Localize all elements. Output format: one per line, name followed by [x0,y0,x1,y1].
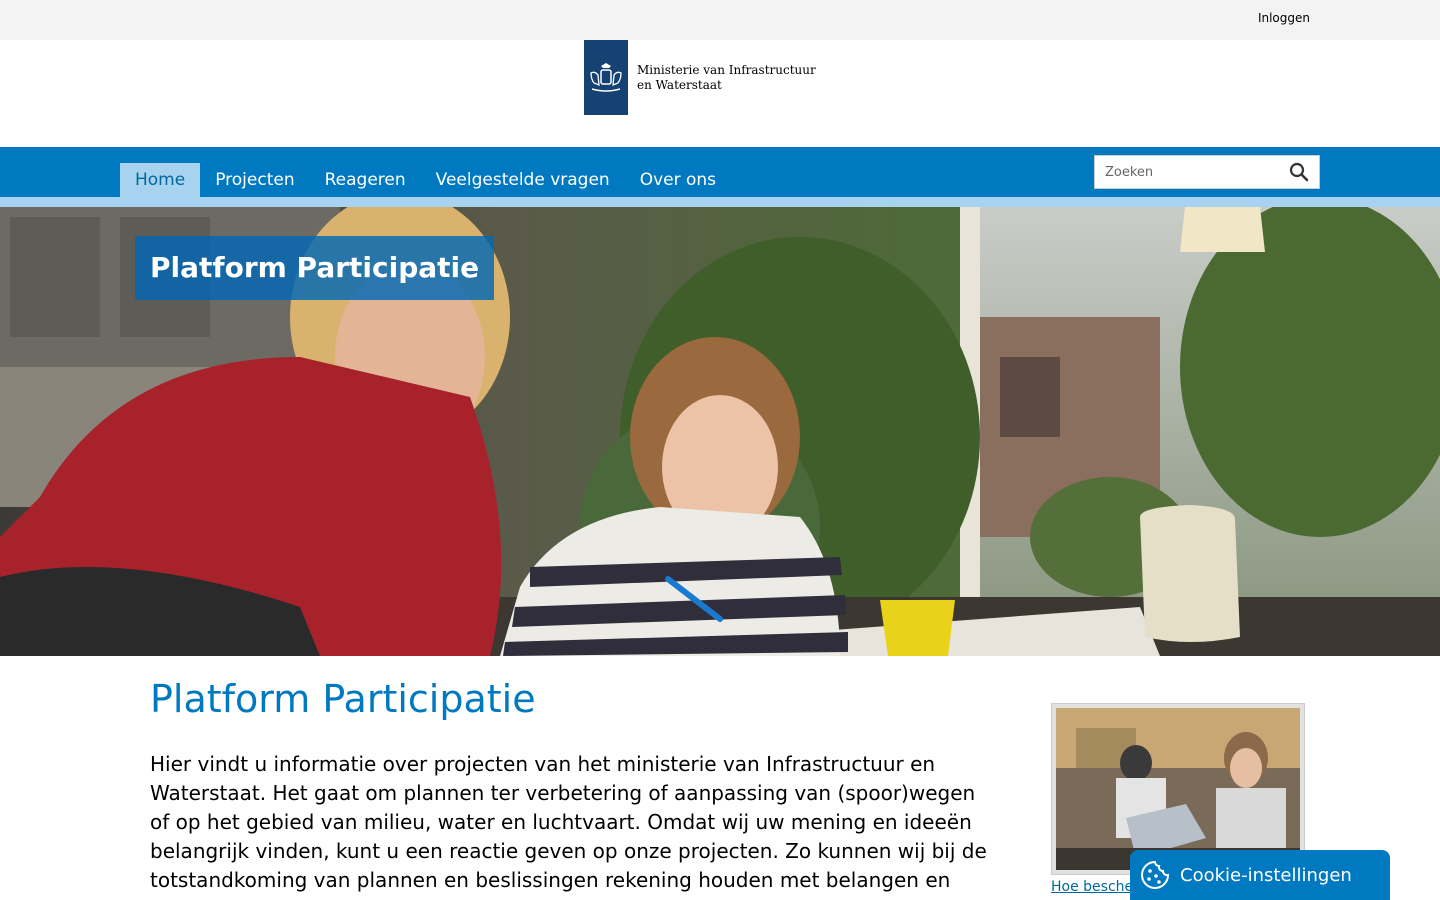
ministry-name-line2: en Waterstaat [637,77,722,92]
hero-title-box: Platform Participatie [135,236,495,300]
nav-item-over-ons[interactable]: Over ons [625,163,731,197]
search-icon [1289,162,1309,182]
nav-list: Home Projecten Reageren Veelgestelde vra… [120,163,731,197]
hero-title: Platform Participatie [150,251,480,284]
main-navigation: Home Projecten Reageren Veelgestelde vra… [0,147,1440,197]
nav-item-home[interactable]: Home [120,163,201,197]
ministry-logo[interactable]: Ministerie van Infrastructuur en Waterst… [584,40,816,115]
cookie-settings-button[interactable]: Cookie-instellingen [1130,850,1390,900]
nav-item-veelgestelde-vragen[interactable]: Veelgestelde vragen [421,163,625,197]
ministry-name-line1: Ministerie van Infrastructuur [637,62,816,77]
students-photo [1056,708,1300,870]
nav-accent-strip [0,197,1440,207]
coat-of-arms-icon [590,62,622,92]
search-box [1094,155,1320,189]
nav-item-reageren[interactable]: Reageren [310,163,421,197]
cookie-icon [1141,860,1170,889]
ministry-name: Ministerie van Infrastructuur en Waterst… [637,63,816,93]
top-bar: Inloggen [0,0,1440,40]
hero-banner: Platform Participatie [0,207,1440,656]
search-input[interactable] [1095,157,1281,187]
page-title: Platform Participatie [150,677,536,721]
intro-text: Hier vindt u informatie over projecten v… [150,752,987,892]
main-content: Platform Participatie Hier vindt u infor… [150,656,1000,895]
nav-item-projecten[interactable]: Projecten [200,163,309,197]
search-button[interactable] [1281,156,1317,188]
coat-of-arms-emblem [584,40,628,115]
login-link[interactable]: Inloggen [1258,11,1310,25]
cookie-settings-label: Cookie-instellingen [1180,864,1352,886]
